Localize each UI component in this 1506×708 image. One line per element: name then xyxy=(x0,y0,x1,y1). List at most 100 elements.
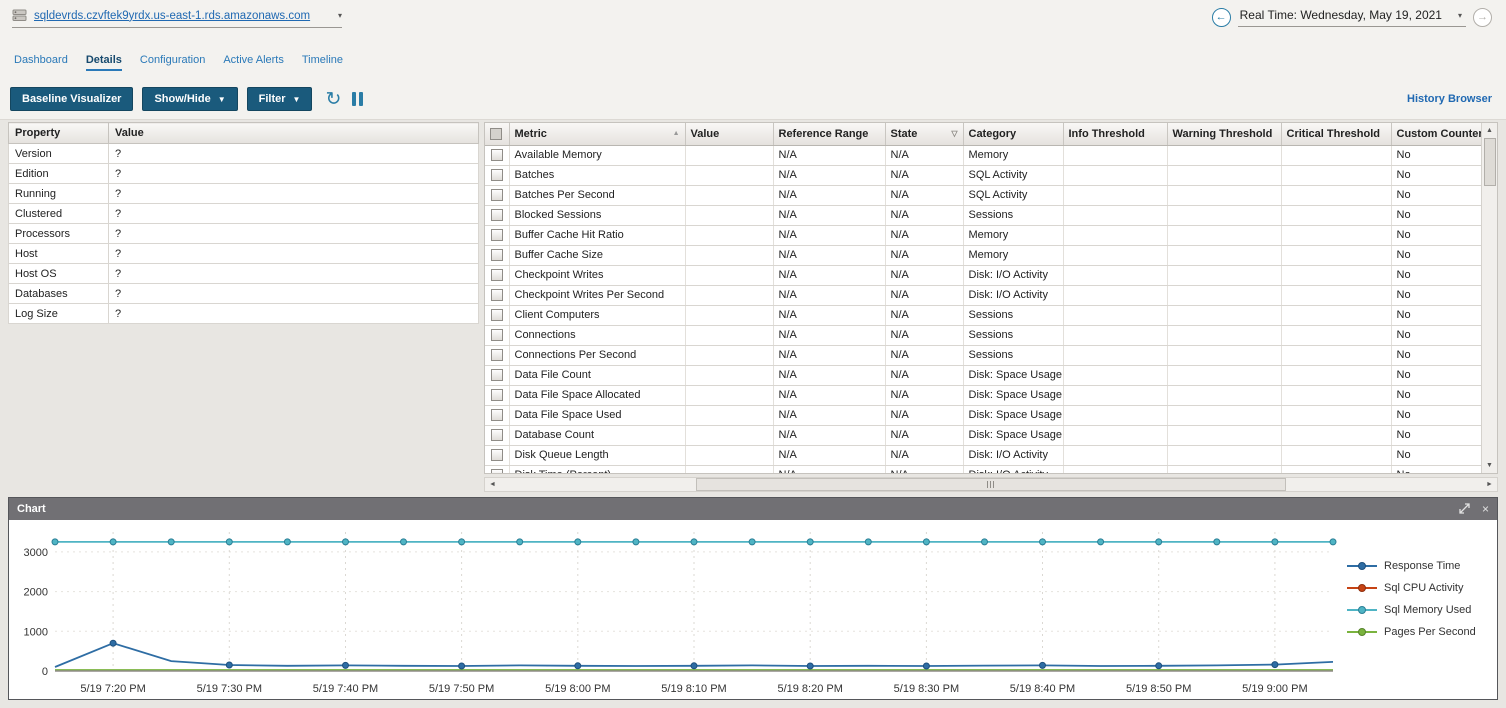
metric-row[interactable]: Checkpoint Writes Per SecondN/AN/ADisk: … xyxy=(485,285,1481,305)
metrics-column-header-value[interactable]: Value xyxy=(685,123,773,145)
history-forward-button[interactable]: → xyxy=(1473,8,1492,27)
scroll-left-button[interactable]: ◄ xyxy=(485,478,500,491)
metric-checkbox[interactable] xyxy=(491,229,503,241)
metric-cell xyxy=(685,265,773,285)
scroll-down-button[interactable]: ▼ xyxy=(1482,458,1497,473)
metric-row[interactable]: Blocked SessionsN/AN/ASessionsNo xyxy=(485,205,1481,225)
tab-details[interactable]: Details xyxy=(86,54,122,71)
metric-checkbox[interactable] xyxy=(491,269,503,281)
realtime-selector[interactable]: Real Time: Wednesday, May 19, 2021 ▾ xyxy=(1238,8,1466,27)
select-all-checkbox[interactable] xyxy=(490,128,502,140)
svg-text:5/19 9:00 PM: 5/19 9:00 PM xyxy=(1242,683,1307,695)
metric-checkbox[interactable] xyxy=(491,249,503,261)
metric-cell xyxy=(1281,265,1391,285)
metric-row[interactable]: Buffer Cache SizeN/AN/AMemoryNo xyxy=(485,245,1481,265)
legend-item-response-time[interactable]: Response Time xyxy=(1347,560,1497,572)
metric-row[interactable]: Connections Per SecondN/AN/ASessionsNo xyxy=(485,345,1481,365)
metric-checkbox[interactable] xyxy=(491,349,503,361)
metric-row[interactable]: Disk Queue LengthN/AN/ADisk: I/O Activit… xyxy=(485,445,1481,465)
metrics-horizontal-scrollbar[interactable]: ◄ ► xyxy=(484,477,1498,492)
metric-row[interactable]: Available MemoryN/AN/AMemoryNo xyxy=(485,145,1481,165)
metric-checkbox[interactable] xyxy=(491,329,503,341)
metric-row[interactable]: Data File Space AllocatedN/AN/ADisk: Spa… xyxy=(485,385,1481,405)
metrics-column-header-custom-counter[interactable]: Custom Counter xyxy=(1391,123,1481,145)
history-browser-link[interactable]: History Browser xyxy=(1407,93,1492,105)
property-row[interactable]: Version? xyxy=(9,144,479,164)
legend-marker-icon xyxy=(1347,561,1377,571)
metric-row[interactable]: Client ComputersN/AN/ASessionsNo xyxy=(485,305,1481,325)
legend-item-sql-memory-used[interactable]: Sql Memory Used xyxy=(1347,604,1497,616)
property-row[interactable]: Edition? xyxy=(9,164,479,184)
metric-checkbox-cell xyxy=(485,265,509,285)
refresh-icon[interactable]: ↻ xyxy=(325,90,341,109)
metric-checkbox[interactable] xyxy=(491,189,503,201)
metric-checkbox[interactable] xyxy=(491,209,503,221)
history-back-button[interactable]: ← xyxy=(1212,8,1231,27)
server-selector[interactable]: sqldevrds.czvftek9yrdx.us-east-1.rds.ama… xyxy=(12,9,342,28)
metric-row[interactable]: Data File Space UsedN/AN/ADisk: Space Us… xyxy=(485,405,1481,425)
select-all-column-header[interactable] xyxy=(485,123,509,145)
metric-row[interactable]: ConnectionsN/AN/ASessionsNo xyxy=(485,325,1481,345)
tab-dashboard[interactable]: Dashboard xyxy=(14,54,68,71)
show-hide-button[interactable]: Show/Hide ▼ xyxy=(142,87,237,111)
metric-row[interactable]: BatchesN/AN/ASQL ActivityNo xyxy=(485,165,1481,185)
tab-configuration[interactable]: Configuration xyxy=(140,54,205,71)
vertical-scroll-thumb[interactable] xyxy=(1484,138,1496,186)
metric-cell xyxy=(1281,425,1391,445)
property-name: Edition xyxy=(9,164,109,184)
metric-cell: N/A xyxy=(885,225,963,245)
metrics-column-header-warning-threshold[interactable]: Warning Threshold xyxy=(1167,123,1281,145)
metric-cell: No xyxy=(1391,225,1481,245)
metric-checkbox[interactable] xyxy=(491,169,503,181)
metrics-vertical-scrollbar[interactable]: ▲ ▼ xyxy=(1481,123,1497,473)
metric-row[interactable]: Data File CountN/AN/ADisk: Space UsageNo xyxy=(485,365,1481,385)
tab-timeline[interactable]: Timeline xyxy=(302,54,343,71)
metric-row[interactable]: Batches Per SecondN/AN/ASQL ActivityNo xyxy=(485,185,1481,205)
property-row[interactable]: Running? xyxy=(9,184,479,204)
pause-icon[interactable] xyxy=(352,92,363,106)
maximize-icon[interactable] xyxy=(1459,503,1470,516)
metrics-column-header-metric[interactable]: Metric▲ xyxy=(509,123,685,145)
filter-button[interactable]: Filter ▼ xyxy=(247,87,313,111)
metric-checkbox[interactable] xyxy=(491,369,503,381)
properties-column-value[interactable]: Value xyxy=(109,123,479,144)
property-row[interactable]: Databases? xyxy=(9,284,479,304)
scroll-right-button[interactable]: ► xyxy=(1482,478,1497,491)
metric-checkbox[interactable] xyxy=(491,149,503,161)
metrics-column-header-category[interactable]: Category xyxy=(963,123,1063,145)
properties-column-property[interactable]: Property xyxy=(9,123,109,144)
baseline-visualizer-button[interactable]: Baseline Visualizer xyxy=(10,87,133,111)
metric-checkbox[interactable] xyxy=(491,389,503,401)
metrics-column-header-info-threshold[interactable]: Info Threshold xyxy=(1063,123,1167,145)
metrics-column-header-reference-range[interactable]: Reference Range xyxy=(773,123,885,145)
metric-row[interactable]: Database CountN/AN/ADisk: Space UsageNo xyxy=(485,425,1481,445)
legend-item-sql-cpu-activity[interactable]: Sql CPU Activity xyxy=(1347,582,1497,594)
property-row[interactable]: Log Size? xyxy=(9,304,479,324)
metric-row[interactable]: Checkpoint WritesN/AN/ADisk: I/O Activit… xyxy=(485,265,1481,285)
metrics-column-header-critical-threshold[interactable]: Critical Threshold xyxy=(1281,123,1391,145)
property-row[interactable]: Clustered? xyxy=(9,204,479,224)
property-row[interactable]: Host OS? xyxy=(9,264,479,284)
legend-item-pages-per-second[interactable]: Pages Per Second xyxy=(1347,626,1497,638)
property-row[interactable]: Processors? xyxy=(9,224,479,244)
metric-row[interactable]: Buffer Cache Hit RatioN/AN/AMemoryNo xyxy=(485,225,1481,245)
metric-checkbox-cell xyxy=(485,225,509,245)
scroll-up-button[interactable]: ▲ xyxy=(1482,123,1497,138)
close-icon[interactable]: × xyxy=(1482,503,1489,515)
horizontal-scroll-thumb[interactable] xyxy=(696,478,1285,491)
horizontal-scroll-track[interactable] xyxy=(500,478,1482,491)
metric-checkbox[interactable] xyxy=(491,469,503,473)
property-row[interactable]: Host? xyxy=(9,244,479,264)
vertical-scroll-track[interactable] xyxy=(1482,186,1497,458)
metric-checkbox[interactable] xyxy=(491,429,503,441)
metric-checkbox[interactable] xyxy=(491,449,503,461)
tab-active-alerts[interactable]: Active Alerts xyxy=(223,54,284,71)
metric-cell xyxy=(1281,385,1391,405)
metric-checkbox[interactable] xyxy=(491,309,503,321)
metric-row[interactable]: Disk Time (Percent)N/AN/ADisk: I/O Activ… xyxy=(485,465,1481,473)
filter-funnel-icon[interactable]: ▽ xyxy=(951,129,957,138)
metric-checkbox[interactable] xyxy=(491,409,503,421)
metric-checkbox[interactable] xyxy=(491,289,503,301)
metrics-column-header-state[interactable]: State▽ xyxy=(885,123,963,145)
svg-text:5/19 8:10 PM: 5/19 8:10 PM xyxy=(661,683,726,695)
